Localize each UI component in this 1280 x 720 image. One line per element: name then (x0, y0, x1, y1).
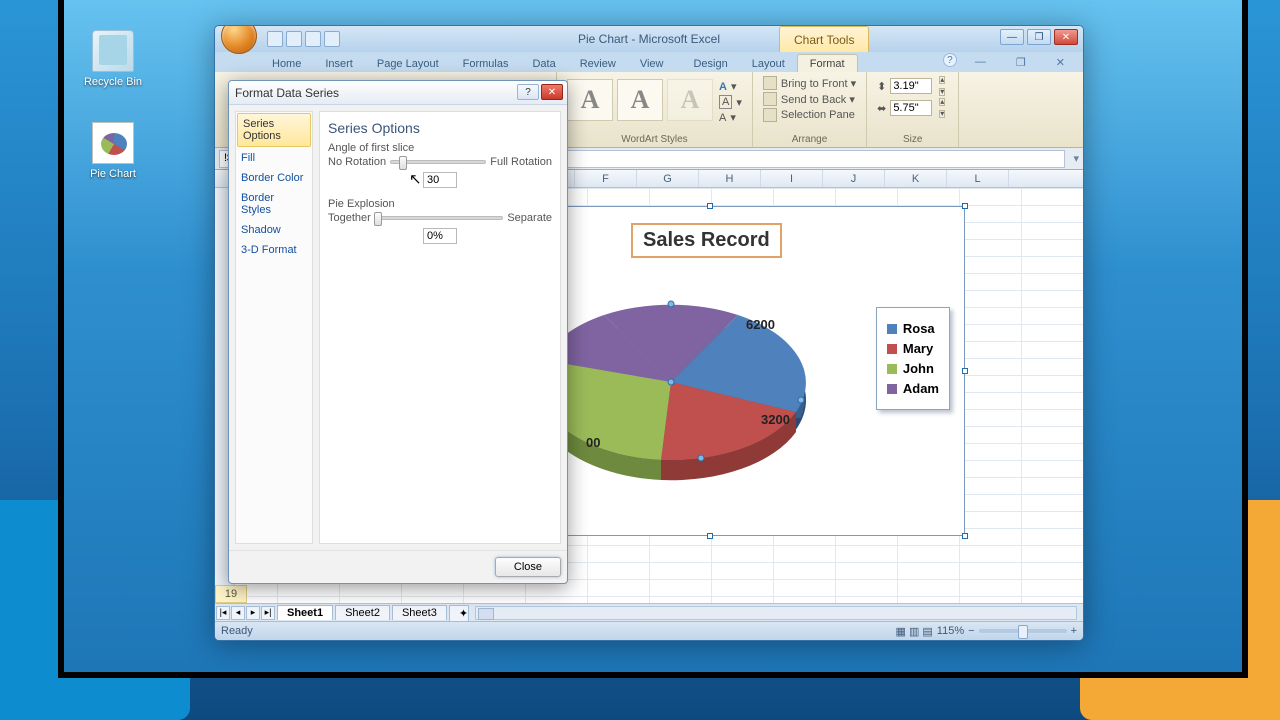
dialog-help-button[interactable]: ? (517, 84, 539, 100)
text-fill[interactable]: A▾ (719, 80, 742, 93)
desktop-icon-piechart[interactable]: Pie Chart (78, 122, 148, 180)
minimize-button[interactable]: — (1000, 29, 1024, 45)
quick-access-toolbar[interactable] (267, 31, 340, 47)
send-to-back[interactable]: Send to Back ▾ (763, 92, 856, 106)
ribbon-tabs: Home Insert Page Layout Formulas Data Re… (215, 52, 1083, 72)
icon-label: Recycle Bin (84, 76, 142, 88)
cat-3d-format[interactable]: 3-D Format (236, 240, 312, 260)
window-titlebar[interactable]: Pie Chart - Microsoft Excel Chart Tools … (215, 26, 1083, 52)
chart-legend[interactable]: Rosa Mary John Adam (876, 307, 950, 410)
contextual-tab-label: Chart Tools (779, 26, 869, 52)
maximize-button[interactable]: ❐ (1027, 29, 1051, 45)
icon-label: Pie Chart (90, 168, 136, 180)
group-label: Size (877, 132, 948, 147)
zoom-control[interactable]: ▦ ▥ ▤ 115% −+ (896, 625, 1078, 638)
slider-max-label: Full Rotation (490, 156, 552, 168)
monitor-frame: Recycle Bin Pie Chart Pie Chart - Micros… (58, 0, 1248, 678)
tab-data[interactable]: Data (520, 55, 567, 72)
sheet-tab[interactable]: Sheet1 (277, 605, 333, 620)
data-label: 6200 (746, 317, 775, 332)
help-button[interactable]: ? (943, 53, 957, 67)
cat-shadow[interactable]: Shadow (236, 220, 312, 240)
wordart-gallery[interactable]: AAA (567, 76, 713, 124)
group-label: WordArt Styles (567, 132, 742, 147)
close-button[interactable]: Close (495, 557, 561, 577)
status-bar: Ready ▦ ▥ ▤ 115% −+ (215, 621, 1083, 640)
angle-value-input[interactable] (423, 172, 457, 188)
selection-pane[interactable]: Selection Pane (763, 108, 856, 122)
pane-heading: Series Options (328, 120, 552, 136)
recycle-bin-icon (92, 30, 134, 72)
new-sheet-button[interactable]: ✦ (449, 605, 469, 621)
slider-max-label: Separate (507, 212, 552, 224)
sheet-tab[interactable]: Sheet2 (335, 605, 390, 620)
sheet-tab-bar: |◂◂▸▸| Sheet1 Sheet2 Sheet3 ✦ (215, 603, 1083, 621)
text-outline[interactable]: A▾ (719, 95, 742, 109)
explosion-value-input[interactable] (423, 228, 457, 244)
tab-view[interactable]: View (628, 55, 676, 72)
desktop-icon-recycle[interactable]: Recycle Bin (78, 30, 148, 88)
text-effects[interactable]: A▾ (719, 111, 742, 124)
mdi-close[interactable]: ✕ (1044, 53, 1077, 71)
dialog-category-list: Series Options Fill Border Color Border … (235, 111, 313, 544)
shape-width[interactable]: ⬌▴▾ (877, 98, 948, 118)
cat-fill[interactable]: Fill (236, 148, 312, 168)
tab-design[interactable]: Design (681, 55, 739, 72)
tab-format[interactable]: Format (797, 54, 858, 72)
mdi-restore[interactable]: ❐ (1004, 53, 1038, 71)
mdi-minimize[interactable]: — (963, 53, 998, 71)
tab-formulas[interactable]: Formulas (451, 55, 521, 72)
status-text: Ready (221, 625, 253, 637)
explosion-label: Pie Explosion (328, 198, 552, 210)
row-header-19[interactable]: 19 (215, 585, 247, 603)
data-label: 3200 (761, 412, 790, 427)
explosion-slider[interactable] (375, 216, 504, 220)
tab-review[interactable]: Review (568, 55, 628, 72)
tab-home[interactable]: Home (260, 55, 313, 72)
bring-to-front[interactable]: Bring to Front ▾ (763, 76, 856, 90)
dialog-titlebar[interactable]: Format Data Series ? ✕ (229, 81, 567, 105)
slider-min-label: Together (328, 212, 371, 224)
horizontal-scrollbar[interactable] (475, 606, 1077, 620)
cat-series-options[interactable]: Series Options (237, 113, 311, 147)
office-button[interactable] (221, 25, 257, 54)
group-label: Arrange (763, 132, 856, 147)
angle-label: Angle of first slice (328, 142, 552, 154)
window-title: Pie Chart - Microsoft Excel (215, 32, 1083, 46)
tab-nav-buttons[interactable]: |◂◂▸▸| (215, 606, 275, 620)
shape-height[interactable]: ⬍▴▾ (877, 76, 948, 96)
dialog-title: Format Data Series (235, 86, 339, 100)
dialog-options-pane: Series Options Angle of first slice No R… (319, 111, 561, 544)
cat-border-styles[interactable]: Border Styles (236, 188, 312, 220)
tab-insert[interactable]: Insert (313, 55, 365, 72)
sheet-tab[interactable]: Sheet3 (392, 605, 447, 620)
format-data-series-dialog: Format Data Series ? ✕ Series Options Fi… (228, 80, 568, 584)
slider-min-label: No Rotation (328, 156, 386, 168)
tab-layout[interactable]: Layout (740, 55, 797, 72)
excel-file-icon (92, 122, 134, 164)
data-label: 00 (586, 435, 600, 450)
dialog-close-button[interactable]: ✕ (541, 84, 563, 100)
chart-title[interactable]: Sales Record (631, 223, 782, 258)
close-button[interactable]: ✕ (1054, 29, 1078, 45)
angle-slider[interactable] (390, 160, 486, 164)
tab-page-layout[interactable]: Page Layout (365, 55, 451, 72)
cat-border-color[interactable]: Border Color (236, 168, 312, 188)
